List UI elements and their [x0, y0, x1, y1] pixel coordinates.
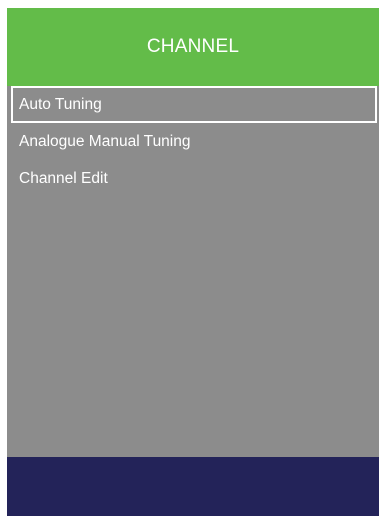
channel-menu-panel: CHANNEL Auto Tuning Analogue Manual Tuni… — [7, 8, 379, 516]
menu-title: CHANNEL — [146, 36, 240, 57]
menu-header: CHANNEL — [7, 8, 379, 86]
menu-item-auto-tuning[interactable]: Auto Tuning — [11, 86, 377, 123]
menu-footer-bar — [7, 457, 379, 516]
menu-item-channel-edit[interactable]: Channel Edit — [11, 160, 377, 197]
menu-item-analogue-manual-tuning[interactable]: Analogue Manual Tuning — [11, 123, 377, 160]
channel-menu-list: Auto Tuning Analogue Manual Tuning Chann… — [7, 86, 379, 197]
